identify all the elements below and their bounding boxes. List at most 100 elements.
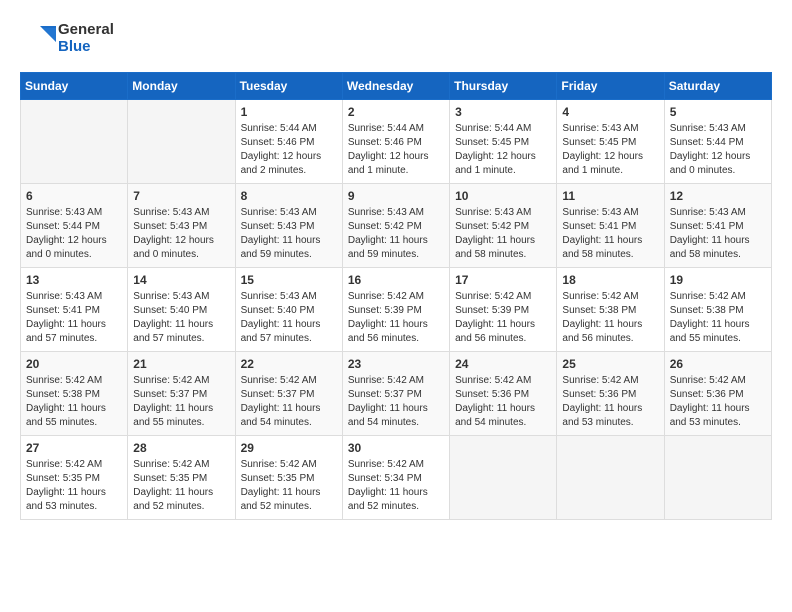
- day-number: 17: [455, 273, 551, 287]
- day-info: Sunrise: 5:43 AM Sunset: 5:45 PM Daylight:…: [562, 122, 658, 178]
- sunset-text: Sunset: 5:36 PM: [670, 389, 744, 400]
- day-info: Sunrise: 5:42 AMSunset: 5:36 PMDaylight:…: [670, 374, 766, 430]
- day-number: 3: [455, 105, 551, 119]
- calendar-cell: 30Sunrise: 5:42 AMSunset: 5:34 PMDayligh…: [342, 436, 449, 520]
- daylight-text: Daylight: 12 hours and 0 minutes.: [133, 235, 214, 260]
- calendar-cell: 16 Sunrise: 5:42 AMSunset: 5:39 PMDayligh…: [342, 268, 449, 352]
- day-number: 30: [348, 441, 444, 455]
- day-info: Sunrise: 5:42 AM Sunset: 5:37 PM Daylight:…: [241, 374, 337, 430]
- calendar-week-row: 20Sunrise: 5:42 AMSunset: 5:38 PMDayligh…: [21, 352, 772, 436]
- day-number: 16: [348, 273, 444, 287]
- sunset-text: Sunset: 5:45 PM: [455, 137, 529, 148]
- daylight-text: Daylight: 11 hours and 55 minutes.: [133, 403, 213, 428]
- daylight-text: Daylight: 11 hours and 57 minutes.: [133, 319, 213, 344]
- calendar-cell: 18Sunrise: 5:42 AMSunset: 5:38 PMDayligh…: [557, 268, 664, 352]
- sunrise-text: Sunrise: 5:43 AM: [26, 207, 102, 218]
- day-number: 1: [241, 105, 337, 119]
- day-info: Sunrise: 5:44 AMSunset: 5:46 PMDaylight:…: [348, 122, 444, 178]
- calendar-week-row: 13Sunrise: 5:43 AMSunset: 5:41 PMDayligh…: [21, 268, 772, 352]
- sunset-text: Sunset: 5:34 PM: [348, 473, 422, 484]
- sunset-text: Sunset: 5:37 PM: [133, 389, 207, 400]
- sunrise-text: Sunrise: 5:42 AM: [133, 375, 209, 386]
- daylight-text: Daylight: 11 hours and 57 minutes.: [26, 319, 106, 344]
- sunrise-text: Sunrise: 5:42 AM: [455, 291, 531, 302]
- daylight-text: Daylight: 11 hours and 56 minutes.: [348, 319, 428, 344]
- day-info: Sunrise: 5:42 AMSunset: 5:37 PMDaylight:…: [348, 374, 444, 430]
- calendar-week-row: 27 Sunrise: 5:42 AMSunset: 5:35 PMDayligh…: [21, 436, 772, 520]
- daylight-text: Daylight: 11 hours and 58 minutes.: [562, 235, 642, 260]
- calendar-cell: 29Sunrise: 5:42 AMSunset: 5:35 PMDayligh…: [235, 436, 342, 520]
- daylight-text: Daylight: 11 hours and 52 minutes.: [348, 487, 428, 512]
- day-number: 23: [348, 357, 444, 371]
- day-number: 6: [26, 189, 122, 203]
- sunset-text: Sunset: 5:37 PM: [348, 389, 422, 400]
- day-info: Sunrise: 5:42 AMSunset: 5:38 PMDaylight:…: [670, 290, 766, 346]
- day-number: 2: [348, 105, 444, 119]
- day-number: 8: [241, 189, 337, 203]
- day-number: 25: [562, 357, 658, 371]
- weekday-header: Wednesday: [342, 73, 449, 100]
- calendar-cell: 25 Sunrise: 5:42 AMSunset: 5:36 PMDayligh…: [557, 352, 664, 436]
- daylight-text: Daylight: 11 hours and 59 minutes.: [348, 235, 428, 260]
- daylight-text: Daylight: 12 hours and 1 minute.: [455, 151, 536, 176]
- sunset-text: Sunset: 5:41 PM: [670, 221, 744, 232]
- calendar-cell: [450, 436, 557, 520]
- day-info: Sunrise: 5:42 AMSunset: 5:36 PMDaylight:…: [455, 374, 551, 430]
- sunset-text: Sunset: 5:46 PM: [348, 137, 422, 148]
- day-number: 24: [455, 357, 551, 371]
- sunset-text: Sunset: 5:38 PM: [26, 389, 100, 400]
- sunset-text: Sunset: 5:45 PM: [562, 137, 636, 148]
- logo: General Blue: [20, 20, 114, 56]
- sunset-text: Sunset: 5:38 PM: [562, 305, 636, 316]
- day-number: 18: [562, 273, 658, 287]
- day-info: Sunrise: 5:42 AMSunset: 5:35 PMDaylight:…: [133, 458, 229, 514]
- sunset-text: Sunset: 5:38 PM: [670, 305, 744, 316]
- sunrise-text: Sunrise: 5:44 AM: [455, 123, 531, 134]
- day-info: Sunrise: 5:43 AMSunset: 5:40 PMDaylight:…: [241, 290, 337, 346]
- day-number: 21: [133, 357, 229, 371]
- day-info: Sunrise: 5:42 AMSunset: 5:38 PMDaylight:…: [26, 374, 122, 430]
- sunset-text: Sunset: 5:44 PM: [670, 137, 744, 148]
- sunrise-text: Sunrise: 5:43 AM: [348, 207, 424, 218]
- weekday-header: Thursday: [450, 73, 557, 100]
- sunset-text: Sunset: 5:39 PM: [348, 305, 422, 316]
- day-info: Sunrise: 5:42 AMSunset: 5:39 PMDaylight:…: [455, 290, 551, 346]
- day-number: 7: [133, 189, 229, 203]
- sunset-text: Sunset: 5:39 PM: [455, 305, 529, 316]
- sunset-text: Sunset: 5:46 PM: [241, 137, 315, 148]
- day-info: Sunrise: 5:43 AMSunset: 5:40 PMDaylight:…: [133, 290, 229, 346]
- day-info: Sunrise: 5:43 AMSunset: 5:44 PMDaylight:…: [26, 206, 122, 262]
- calendar-cell: [557, 436, 664, 520]
- calendar-cell: 9Sunrise: 5:43 AMSunset: 5:42 PMDaylight…: [342, 184, 449, 268]
- sunrise-text: Sunrise: 5:42 AM: [670, 291, 746, 302]
- calendar-cell: 15Sunrise: 5:43 AMSunset: 5:40 PMDayligh…: [235, 268, 342, 352]
- sunset-text: Sunset: 5:35 PM: [26, 473, 100, 484]
- day-info: Sunrise: 5:42 AMSunset: 5:39 PMDaylight:…: [348, 290, 444, 346]
- daylight-text: Daylight: 11 hours and 54 minutes.: [348, 403, 428, 428]
- daylight-text: Daylight: 12 hours and 0 minutes.: [670, 151, 751, 176]
- calendar-cell: [21, 100, 128, 184]
- day-number: 29: [241, 441, 337, 455]
- daylight-text: Daylight: 12 hours and 1 minute.: [562, 151, 643, 176]
- day-number: 27: [26, 441, 122, 455]
- sunset-text: Sunset: 5:37 PM: [241, 389, 315, 400]
- daylight-text: Daylight: 11 hours and 54 minutes.: [241, 403, 321, 428]
- day-info: Sunrise: 5:42 AMSunset: 5:36 PMDaylight:…: [562, 374, 658, 430]
- calendar-cell: 26Sunrise: 5:42 AMSunset: 5:36 PMDayligh…: [664, 352, 771, 436]
- daylight-text: Daylight: 11 hours and 58 minutes.: [670, 235, 750, 260]
- daylight-text: Daylight: 11 hours and 52 minutes.: [241, 487, 321, 512]
- day-number: 20: [26, 357, 122, 371]
- sunset-text: Sunset: 5:36 PM: [455, 389, 529, 400]
- calendar-week-row: 6 Sunrise: 5:43 AMSunset: 5:44 PMDaylight…: [21, 184, 772, 268]
- sunrise-text: Sunrise: 5:42 AM: [562, 375, 638, 386]
- calendar-cell: 10Sunrise: 5:43 AMSunset: 5:42 PMDayligh…: [450, 184, 557, 268]
- calendar-cell: [664, 436, 771, 520]
- sunset-text: Sunset: 5:35 PM: [241, 473, 315, 484]
- sunrise-text: Sunrise: 5:42 AM: [241, 375, 317, 386]
- sunrise-text: Sunrise: 5:43 AM: [562, 123, 638, 134]
- calendar-cell: 3 Sunrise: 5:44 AM Sunset: 5:45 PM Daylight…: [450, 100, 557, 184]
- day-number: 10: [455, 189, 551, 203]
- logo-container: General Blue: [20, 20, 114, 56]
- calendar-cell: 24 Sunrise: 5:42 AMSunset: 5:36 PMDayligh…: [450, 352, 557, 436]
- day-number: 5: [670, 105, 766, 119]
